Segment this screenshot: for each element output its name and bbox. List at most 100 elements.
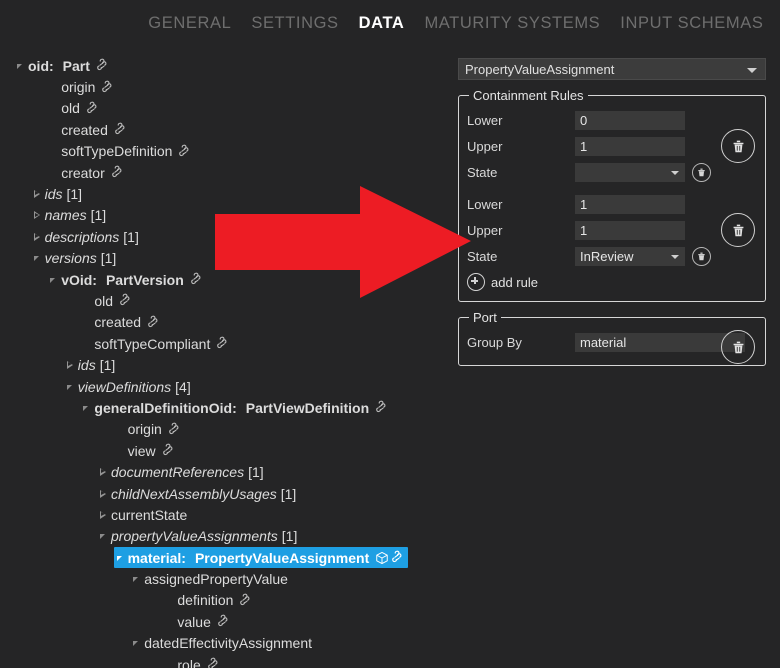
tree-row[interactable]: origin — [114, 419, 181, 440]
tree-row[interactable]: created — [80, 312, 160, 333]
tree-row-label: origin — [128, 421, 162, 437]
tree-row-label: ids — [78, 357, 96, 373]
tree-row[interactable]: generalDefinitionOid:PartViewDefinition — [80, 397, 388, 418]
expand-arrow-down-icon[interactable] — [14, 59, 27, 73]
expand-arrow-right-icon[interactable] — [31, 230, 44, 244]
rule-state-dropdown[interactable] — [575, 163, 685, 182]
tree-indent-spacer — [47, 101, 60, 115]
tree-row-count: [1] — [123, 229, 139, 245]
tree-row-label: softTypeDefinition — [61, 143, 172, 159]
expand-arrow-right-icon[interactable] — [97, 465, 110, 479]
port-group: Port Group By material — [458, 310, 766, 366]
tree-row[interactable]: assignedPropertyValue — [130, 568, 292, 589]
tree-row[interactable]: old — [47, 98, 99, 119]
expand-arrow-right-icon[interactable] — [31, 187, 44, 201]
expand-arrow-down-icon[interactable] — [80, 401, 93, 415]
link-icon — [96, 58, 109, 73]
expand-arrow-down-icon[interactable] — [31, 251, 44, 265]
expand-arrow-down-icon[interactable] — [114, 551, 127, 565]
expand-arrow-right-icon[interactable] — [97, 487, 110, 501]
tree-row[interactable]: created — [47, 119, 127, 140]
tab-input-schemas[interactable]: INPUT SCHEMAS — [610, 14, 773, 33]
tree-row[interactable]: softTypeDefinition — [47, 141, 191, 162]
data-model-tree[interactable]: oid:PartoriginoldcreatedsoftTypeDefiniti… — [0, 55, 455, 668]
tab-data[interactable]: DATA — [349, 14, 415, 33]
port-group-by-label: Group By — [467, 335, 575, 350]
tree-row[interactable]: descriptions[1] — [31, 226, 143, 247]
delete-port-button[interactable] — [721, 330, 755, 364]
tree-row-count: [1] — [101, 250, 117, 266]
rule-upper-input[interactable]: 1 — [575, 221, 685, 240]
rule-state-value: InReview — [580, 249, 633, 264]
tree-row-count: [1] — [67, 186, 83, 202]
tree-row-type: PropertyValueAssignment — [195, 550, 369, 566]
rule-state-dropdown[interactable]: InReview — [575, 247, 685, 266]
rule-lower-input[interactable]: 0 — [575, 111, 685, 130]
expand-arrow-right-icon[interactable] — [31, 208, 44, 222]
link-icon — [239, 593, 252, 608]
tree-row[interactable]: names[1] — [31, 205, 111, 226]
add-rule-button[interactable]: add rule — [467, 271, 757, 293]
tree-indent-spacer — [80, 315, 93, 329]
tree-row[interactable]: datedEffectivityAssignment — [130, 633, 316, 654]
expand-arrow-down-icon[interactable] — [130, 572, 143, 586]
tree-row[interactable]: currentState — [97, 504, 191, 525]
tree-row[interactable]: definition — [163, 590, 252, 611]
tree-row-label: view — [128, 443, 156, 459]
rule-upper-label: Upper — [467, 139, 575, 154]
tree-indent-spacer — [163, 593, 176, 607]
tree-row[interactable]: view — [114, 440, 175, 461]
expand-arrow-down-icon[interactable] — [64, 380, 77, 394]
tab-settings[interactable]: SETTINGS — [241, 14, 348, 33]
tree-row[interactable]: ids[1] — [31, 183, 86, 204]
tab-maturity-systems[interactable]: MATURITY SYSTEMS — [414, 14, 610, 33]
delete-state-button[interactable] — [692, 247, 711, 266]
tree-row-label: ids — [45, 186, 63, 202]
tree-row-count: [1] — [282, 528, 298, 544]
tree-row[interactable]: documentReferences[1] — [97, 461, 268, 482]
port-group-by-input[interactable]: material — [575, 333, 745, 352]
expand-arrow-right-icon[interactable] — [97, 508, 110, 522]
tree-row-type: Part — [63, 58, 90, 74]
tab-general[interactable]: GENERAL — [138, 14, 241, 33]
tree-row[interactable]: ids[1] — [64, 354, 119, 375]
expand-arrow-down-icon[interactable] — [130, 636, 143, 650]
tree-row[interactable]: viewDefinitions[4] — [64, 376, 195, 397]
tree-indent-spacer — [163, 615, 176, 629]
tree-row[interactable]: role — [163, 654, 219, 668]
delete-rule-button[interactable] — [721, 129, 755, 163]
rule-lower-label: Lower — [467, 197, 575, 212]
tree-row-type: PartViewDefinition — [246, 400, 369, 416]
tree-row[interactable]: creator — [47, 162, 124, 183]
delete-rule-button[interactable] — [721, 213, 755, 247]
rule-upper-input[interactable]: 1 — [575, 137, 685, 156]
tree-row-selected[interactable]: material:PropertyValueAssignment — [114, 547, 409, 568]
tree-row[interactable]: vOid:PartVersion — [47, 269, 203, 290]
tree-row-label: old — [61, 100, 80, 116]
tree-row[interactable]: versions[1] — [31, 248, 121, 269]
rule-state-row: State — [467, 161, 757, 184]
tree-indent-spacer — [163, 658, 176, 668]
expand-arrow-down-icon[interactable] — [97, 529, 110, 543]
delete-state-button[interactable] — [692, 163, 711, 182]
tree-row[interactable]: oid:Part — [14, 55, 109, 76]
tree-row[interactable]: value — [163, 611, 229, 632]
tree-row[interactable]: origin — [47, 76, 114, 97]
tree-indent-spacer — [47, 123, 60, 137]
rule-lower-input[interactable]: 1 — [575, 195, 685, 214]
chevron-down-icon — [747, 68, 757, 73]
link-icon — [178, 144, 191, 159]
type-selector-dropdown[interactable]: PropertyValueAssignment — [458, 58, 766, 80]
properties-panel: PropertyValueAssignment Containment Rule… — [458, 58, 766, 366]
tree-row-label: propertyValueAssignments — [111, 528, 278, 544]
expand-arrow-right-icon[interactable] — [64, 358, 77, 372]
tree-indent-spacer — [47, 166, 60, 180]
expand-arrow-down-icon[interactable] — [47, 273, 60, 287]
rule-lower-row: Lower 0 — [467, 109, 757, 132]
tree-row-label: softTypeCompliant — [94, 336, 210, 352]
tree-row[interactable]: softTypeCompliant — [80, 333, 229, 354]
tree-row[interactable]: old — [80, 290, 132, 311]
tab-c[interactable]: C — [773, 14, 780, 33]
tree-row[interactable]: childNextAssemblyUsages[1] — [97, 483, 300, 504]
tree-row[interactable]: propertyValueAssignments[1] — [97, 526, 301, 547]
